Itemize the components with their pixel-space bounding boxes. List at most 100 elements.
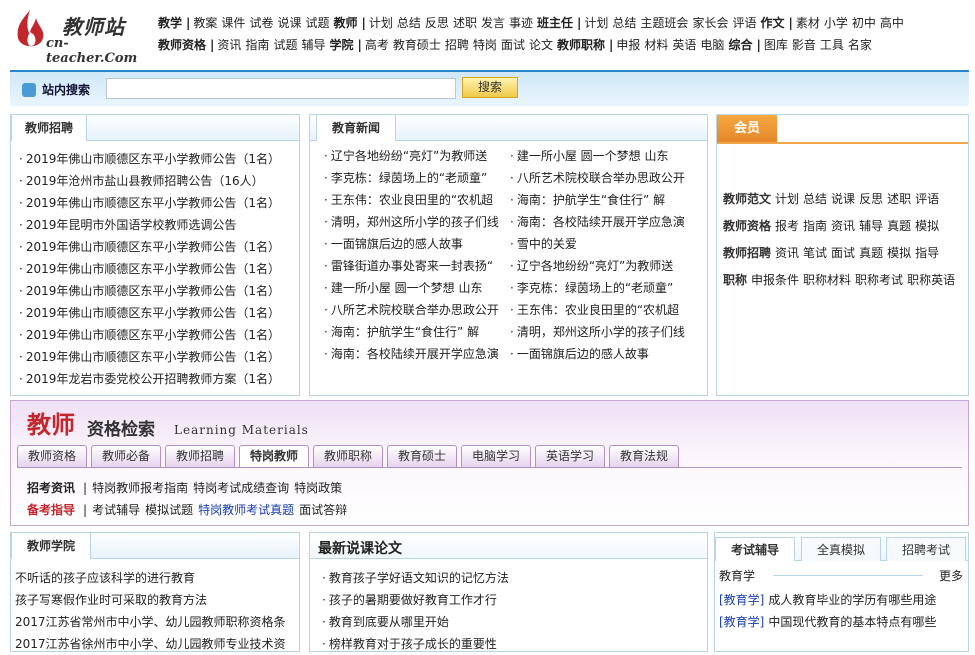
list-item-text[interactable]: 2019年佛山市顺德区东平小学教师公告（1名） (26, 350, 280, 364)
member-row-link[interactable]: 模拟 (887, 246, 911, 260)
list-item[interactable]: · 2019年佛山市顺德区东平小学教师公告（1名） (19, 324, 294, 346)
nav-link[interactable]: 高中 (880, 16, 904, 30)
nav-link[interactable]: 教师职称 (557, 38, 605, 52)
member-row-link[interactable]: 报考 (775, 219, 799, 233)
nav-link[interactable]: 评语 (732, 16, 756, 30)
list-item[interactable]: · 2019年佛山市顺德区东平小学教师公告（1名） (19, 280, 294, 302)
nav-link[interactable]: 说课 (277, 16, 301, 30)
nav-link[interactable]: 辅导 (301, 38, 325, 52)
nav-link[interactable]: 作文 (760, 16, 784, 30)
nav-link[interactable]: 教案 (193, 16, 217, 30)
list-item[interactable]: · 2019年佛山市顺德区东平小学教师公告（1名） (19, 258, 294, 280)
member-row-link[interactable]: 申报条件 (751, 273, 799, 287)
list-item[interactable]: · 建一所小屋 圆一个梦想 山东 (510, 145, 700, 167)
list-item-text[interactable]: 八所艺术院校联合举办思政公开 (331, 303, 499, 317)
exam-item-text[interactable]: 成人教育毕业的学历有哪些用途 (768, 593, 936, 607)
nav-link[interactable]: 总结 (612, 16, 636, 30)
list-item[interactable]: · 一面锦旗后边的感人故事 (510, 343, 700, 365)
tab-teacher-college[interactable]: 教师学院 (11, 532, 91, 559)
list-item-text[interactable]: 一面锦旗后边的感人故事 (517, 347, 649, 361)
list-item[interactable]: · 王东伟：农业良田里的“农机超 (510, 299, 700, 321)
nav-link[interactable]: 高考 (365, 38, 389, 52)
list-item-text[interactable]: 2019年佛山市顺德区东平小学教师公告（1名） (26, 306, 280, 320)
list-item-text[interactable]: 李克栋：绿茵场上的“老顽童” (331, 171, 487, 185)
list-item[interactable]: · 孩子的暑期要做好教育工作才行 (322, 589, 702, 611)
list-item-text[interactable]: 王东伟：农业良田里的“农机超 (331, 193, 493, 207)
list-item-text[interactable]: 海南：护航学生“食住行” 解 (517, 193, 665, 207)
list-item-text[interactable]: 2019年昆明市外国语学校教师选调公告 (26, 218, 237, 232)
nav-link[interactable]: 教师资格 (158, 38, 206, 52)
banner-tab[interactable]: 教育法规 (609, 445, 679, 467)
banner-tab[interactable]: 教育硕士 (387, 445, 457, 467)
member-row-link[interactable]: 计划 (775, 192, 799, 206)
list-item-text[interactable]: 海南：护航学生“食住行” 解 (331, 325, 479, 339)
nav-link[interactable]: 发言 (481, 16, 505, 30)
exam-item-tag[interactable]: [教育学] (719, 615, 764, 629)
list-item-text[interactable]: 2017江苏省常州市中小学、幼儿园教师职称资格条 (15, 615, 286, 629)
list-item[interactable]: · 清明，郑州这所小学的孩子们线 (324, 211, 509, 233)
exam-item-tag[interactable]: [教育学] (719, 593, 764, 607)
nav-link[interactable]: 英语 (672, 38, 696, 52)
nav-link[interactable]: 特岗 (473, 38, 497, 52)
site-logo[interactable]: 教师站 cn-teacher.Com (10, 6, 155, 66)
nav-link[interactable]: 面试 (501, 38, 525, 52)
banner-row-link[interactable]: 面试答辩 (299, 503, 347, 517)
list-item[interactable]: · 雷锋街道办事处寄来一封表扬“ (324, 255, 509, 277)
list-item-text[interactable]: 辽宁各地纷纷“亮灯”为教师送 (331, 149, 487, 163)
list-item[interactable]: · 王东伟：农业良田里的“农机超 (324, 189, 509, 211)
nav-link[interactable]: 课件 (221, 16, 245, 30)
list-item-text[interactable]: 榜样教育对于孩子成长的重要性 (329, 637, 497, 651)
list-item[interactable]: [教育学] 成人教育毕业的学历有哪些用途 (719, 589, 964, 611)
list-item-text[interactable]: 不听话的孩子应该科学的进行教育 (15, 571, 195, 585)
member-row-key[interactable]: 教师招聘 (723, 246, 771, 260)
banner-row-link[interactable]: 特岗教师报考指南 (92, 481, 188, 495)
list-item[interactable]: 不听话的孩子应该科学的进行教育 (15, 567, 295, 589)
list-item-text[interactable]: 雷锋街道办事处寄来一封表扬“ (331, 259, 493, 273)
list-item-text[interactable]: 孩子写寒假作业时可采取的教育方法 (15, 593, 207, 607)
nav-link[interactable]: 材料 (644, 38, 668, 52)
list-item-text[interactable]: 八所艺术院校联合举办思政公开 (517, 171, 685, 185)
list-item-text[interactable]: 教育到底要从哪里开始 (329, 615, 449, 629)
list-item-text[interactable]: 孩子的暑期要做好教育工作才行 (329, 593, 497, 607)
nav-link[interactable]: 素材 (796, 16, 820, 30)
nav-link[interactable]: 述职 (453, 16, 477, 30)
list-item[interactable]: · 海南：护航学生“食住行” 解 (510, 189, 700, 211)
list-item[interactable]: · 2019年昆明市外国语学校教师选调公告 (19, 214, 294, 236)
list-item-text[interactable]: 教育孩子学好语文知识的记忆方法 (329, 571, 509, 585)
search-input[interactable] (106, 78, 456, 99)
list-item-text[interactable]: 2019年佛山市顺德区东平小学教师公告（1名） (26, 240, 280, 254)
list-item-text[interactable]: 2019年佛山市顺德区东平小学教师公告（1名） (26, 328, 280, 342)
list-item[interactable]: · 2019年沧州市盐山县教师招聘公告（16人） (19, 170, 294, 192)
nav-link[interactable]: 影音 (792, 38, 816, 52)
exam-tab[interactable]: 招聘考试 (886, 537, 966, 561)
nav-link[interactable]: 主题班会 (640, 16, 688, 30)
nav-link[interactable]: 事迹 (509, 16, 533, 30)
member-row-link[interactable]: 职称英语 (907, 273, 955, 287)
member-row-link[interactable]: 真题 (887, 219, 911, 233)
tab-teacher-recruit[interactable]: 教师招聘 (11, 114, 87, 141)
member-row-link[interactable]: 模拟 (915, 219, 939, 233)
list-item-text[interactable]: 建一所小屋 圆一个梦想 山东 (331, 281, 483, 295)
member-row-key[interactable]: 教师资格 (723, 219, 771, 233)
list-item[interactable]: [教育学] 中国现代教育的基本特点有哪些 (719, 611, 964, 633)
banner-row-key[interactable]: 招考资讯 (27, 481, 75, 495)
nav-link[interactable]: 电脑 (700, 38, 724, 52)
banner-tab[interactable]: 教师招聘 (165, 445, 235, 467)
list-item-text[interactable]: 王东伟：农业良田里的“农机超 (517, 303, 679, 317)
list-item-text[interactable]: 辽宁各地纷纷“亮灯”为教师送 (517, 259, 673, 273)
nav-link[interactable]: 工具 (820, 38, 844, 52)
nav-link[interactable]: 申报 (616, 38, 640, 52)
list-item-text[interactable]: 2019年龙岩市委党校公开招聘教师方案（1名） (26, 372, 280, 386)
list-item[interactable]: 2017江苏省徐州市中小学、幼儿园教师专业技术资 (15, 633, 295, 655)
nav-link[interactable]: 学院 (329, 38, 353, 52)
member-row-link[interactable]: 真题 (859, 246, 883, 260)
exam-more-link[interactable]: 更多 (939, 567, 963, 584)
list-item[interactable]: · 2019年佛山市顺德区东平小学教师公告（1名） (19, 148, 294, 170)
nav-link[interactable]: 小学 (824, 16, 848, 30)
list-item[interactable]: · 海南：各校陆续开展开学应急演 (324, 343, 509, 365)
member-row-link[interactable]: 职称考试 (855, 273, 903, 287)
list-item[interactable]: · 清明，郑州这所小学的孩子们线 (510, 321, 700, 343)
member-row-link[interactable]: 评语 (915, 192, 939, 206)
banner-tab[interactable]: 特岗教师 (239, 445, 309, 467)
search-button[interactable]: 搜索 (462, 77, 518, 98)
